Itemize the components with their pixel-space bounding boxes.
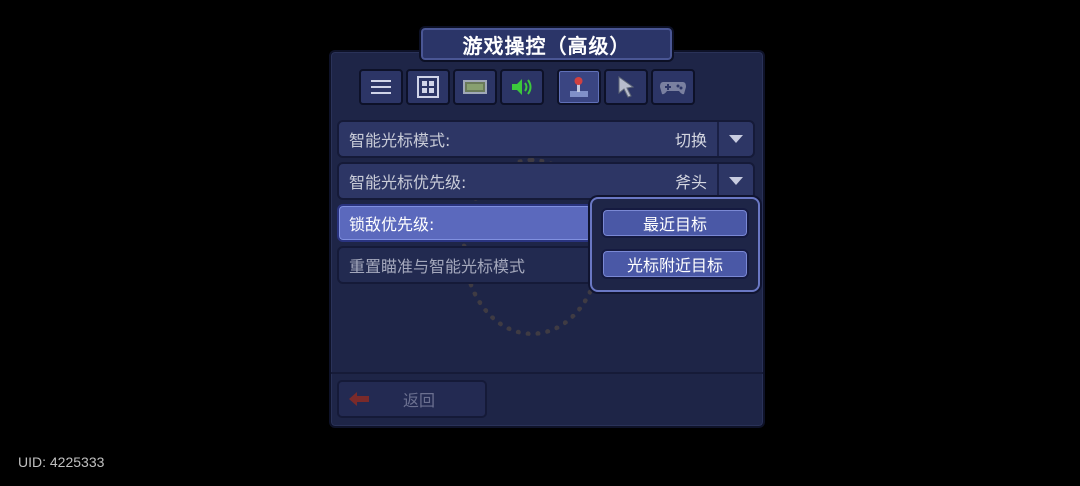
lock-on-priority-dropdown: 最近目标 光标附近目标 [590, 197, 760, 292]
reset-aim-button[interactable]: 重置瞄准与智能光标模式 [337, 246, 593, 284]
dropdown-toggle[interactable] [717, 164, 753, 198]
setting-row-smart-cursor-mode[interactable]: 智能光标模式: 切换 [337, 120, 755, 158]
back-label: 返回 [403, 391, 436, 410]
dropdown-option-nearest-target[interactable]: 最近目标 [601, 208, 749, 238]
tab-gamepad[interactable] [651, 69, 695, 105]
grid-icon [417, 76, 439, 98]
back-arrow-icon [349, 392, 369, 406]
footer-divider [331, 372, 763, 374]
setting-row-lock-on-priority[interactable]: 锁敌优先级: [337, 204, 593, 242]
dropdown-toggle[interactable] [717, 122, 753, 156]
sound-icon [512, 79, 532, 95]
joystick-icon [570, 77, 588, 97]
setting-label: 锁敌优先级: [349, 215, 435, 234]
setting-label: 智能光标优先级: [349, 173, 467, 192]
setting-label: 重置瞄准与智能光标模式 [349, 257, 526, 276]
tab-interface[interactable] [406, 69, 450, 105]
menu-icon [371, 80, 391, 94]
tab-cursor[interactable] [604, 69, 648, 105]
setting-value: 斧头 [674, 173, 707, 192]
setting-label: 智能光标模式: [349, 131, 451, 150]
chevron-down-icon [729, 135, 743, 143]
setting-value: 切换 [674, 131, 707, 150]
tab-audio[interactable] [500, 69, 544, 105]
tab-controls[interactable] [557, 69, 601, 105]
display-icon [463, 80, 487, 94]
tab-video[interactable] [453, 69, 497, 105]
settings-tabs [359, 69, 695, 105]
tab-general[interactable] [359, 69, 403, 105]
uid-label: UID: 4225333 [18, 454, 105, 470]
chevron-down-icon [729, 177, 743, 185]
game-screen: 游戏操控（高级） 智能光标模式: 切换 智能光标优先级: 斧头 锁敌优先级: 重… [0, 0, 1080, 486]
setting-row-smart-cursor-priority[interactable]: 智能光标优先级: 斧头 [337, 162, 755, 200]
gamepad-icon [660, 82, 686, 95]
panel-title: 游戏操控（高级） [419, 26, 674, 62]
cursor-hand-icon [618, 76, 635, 98]
dropdown-option-near-cursor-target[interactable]: 光标附近目标 [601, 249, 749, 279]
back-button[interactable]: 返回 [337, 380, 487, 418]
